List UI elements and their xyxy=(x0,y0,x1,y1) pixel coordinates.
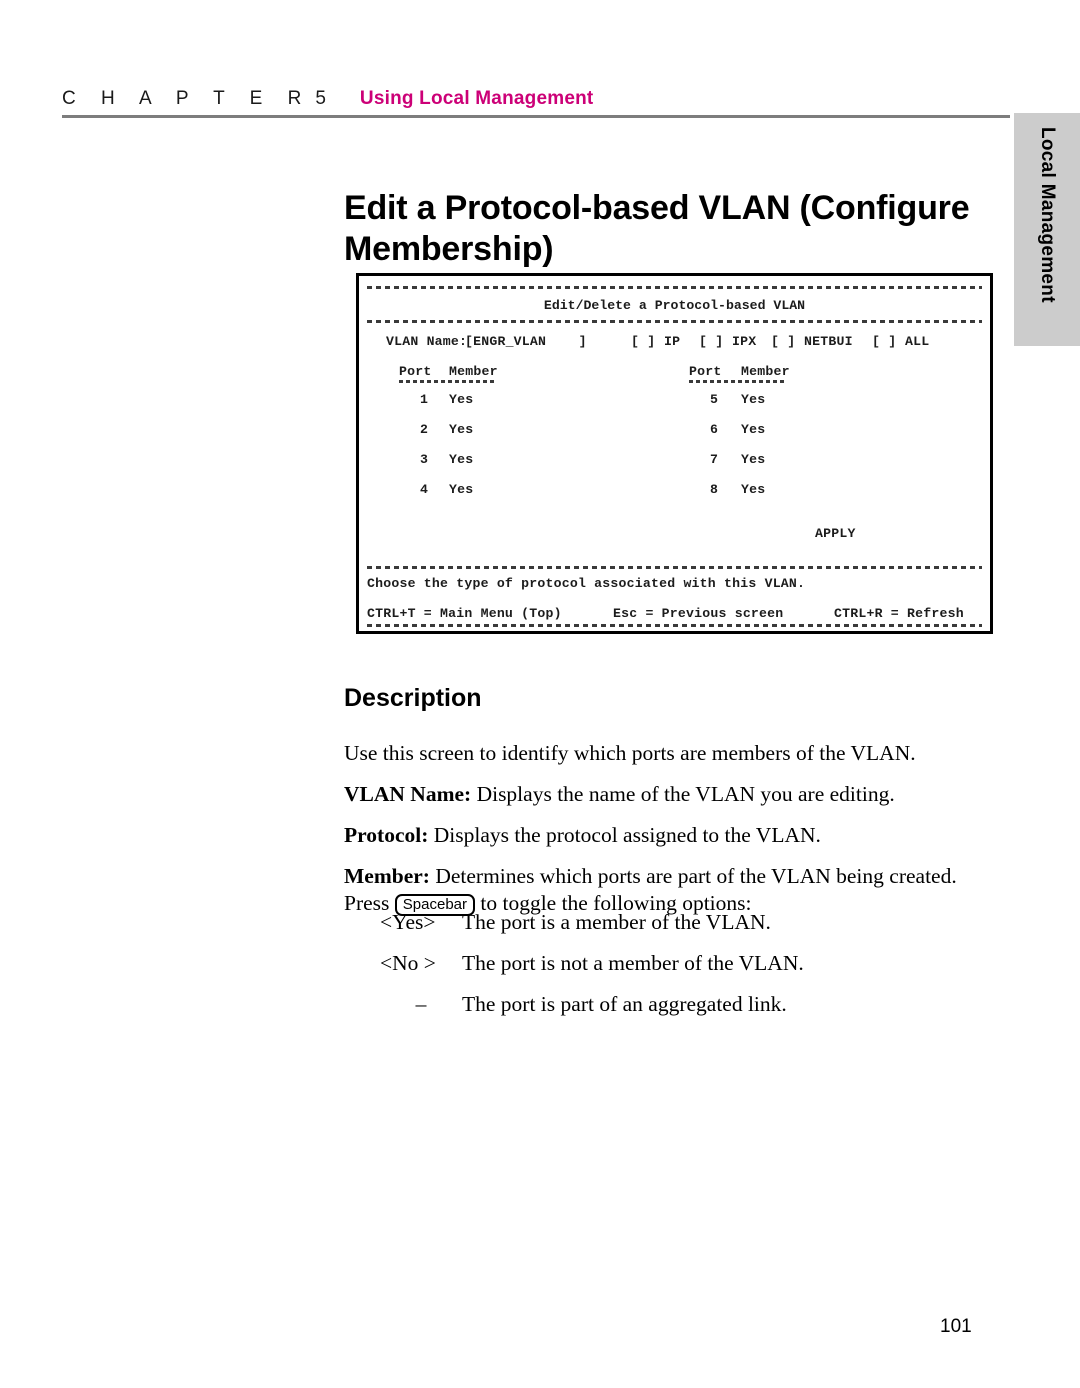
left-table-row-member[interactable]: Yes xyxy=(449,392,473,407)
left-table-row-port: 1 xyxy=(420,392,429,407)
option-row-yes: <Yes> The port is a member of the VLAN. xyxy=(380,909,1000,936)
left-table-row-member[interactable]: Yes xyxy=(449,452,473,467)
term-vlan-name-text: Displays the name of the VLAN you are ed… xyxy=(471,781,895,806)
protocol-checkbox-ipx-label: IPX xyxy=(732,334,757,349)
apply-button[interactable]: APPLY xyxy=(815,526,856,541)
right-table-member-header: Member xyxy=(741,364,790,379)
protocol-checkbox-netbui-label: NETBUI xyxy=(804,334,853,349)
protocol-checkbox-ip-box[interactable]: [ ] xyxy=(631,334,655,349)
option-text-aggregated: The port is part of an aggregated link. xyxy=(462,992,787,1016)
right-table-port-header: Port xyxy=(689,364,722,379)
term-protocol-text: Displays the protocol assigned to the VL… xyxy=(428,822,821,847)
key-hint-refresh: CTRL+R = Refresh xyxy=(834,606,964,621)
option-key-dash: – xyxy=(415,992,427,1016)
protocol-checkbox-netbui-box[interactable]: [ ] xyxy=(771,334,795,349)
description-intro-paragraph: Use this screen to identify which ports … xyxy=(344,740,916,765)
term-member-text: Determines which ports are part of the V… xyxy=(429,863,957,888)
term-vlan-name: VLAN Name: xyxy=(344,781,472,806)
description-protocol-paragraph: Protocol: Displays the protocol assigned… xyxy=(344,822,1004,849)
page-title: Edit a Protocol-based VLAN (Configure Me… xyxy=(344,188,970,268)
left-table-row-port: 2 xyxy=(420,422,429,437)
left-table-row-port: 3 xyxy=(420,452,429,467)
right-table-row-member[interactable]: Yes xyxy=(741,392,765,407)
right-table-row-port: 6 xyxy=(710,422,719,437)
key-hint-main-menu: CTRL+T = Main Menu (Top) xyxy=(367,606,562,621)
left-table-port-header: Port xyxy=(399,364,432,379)
terminal-title-rule xyxy=(367,320,982,323)
term-member: Member: xyxy=(344,863,430,888)
protocol-checkbox-all-box[interactable]: [ ] xyxy=(872,334,896,349)
left-table-row-port: 4 xyxy=(420,482,429,497)
left-table-member-header: Member xyxy=(449,364,498,379)
term-protocol: Protocol: xyxy=(344,822,429,847)
left-table-row-member[interactable]: Yes xyxy=(449,482,473,497)
terminal-top-rule xyxy=(367,286,982,289)
terminal-vlan-name-field[interactable]: [ENGR_VLAN ] xyxy=(465,334,587,349)
terminal-screenshot: Edit/Delete a Protocol-based VLAN VLAN N… xyxy=(356,273,993,634)
right-table-row-port: 8 xyxy=(710,482,719,497)
terminal-screen-title: Edit/Delete a Protocol-based VLAN xyxy=(543,298,806,313)
terminal-vlan-name-label: VLAN Name: xyxy=(386,334,468,349)
key-hint-previous-screen: Esc = Previous screen xyxy=(613,606,784,621)
right-table-header-underline xyxy=(689,380,787,383)
page-number: 101 xyxy=(940,1316,972,1337)
chapter-running-title: Using Local Management xyxy=(359,88,594,109)
right-table-row-port: 7 xyxy=(710,452,719,467)
option-text-yes: The port is a member of the VLAN. xyxy=(462,910,771,934)
option-row-aggregated: – The port is part of an aggregated link. xyxy=(380,991,1000,1018)
right-table-row-member[interactable]: Yes xyxy=(741,482,765,497)
right-table-row-port: 5 xyxy=(710,392,719,407)
option-key-no: <No > xyxy=(380,951,436,975)
protocol-checkbox-all-label: ALL xyxy=(905,334,930,349)
chapter-number: 5 xyxy=(315,88,326,109)
option-key-yes: <Yes> xyxy=(380,910,436,934)
terminal-status-line: Choose the type of protocol associated w… xyxy=(367,576,806,591)
chapter-word-letters: C H A P T E R xyxy=(62,88,312,109)
protocol-checkbox-ipx-box[interactable]: [ ] xyxy=(699,334,723,349)
left-table-row-member[interactable]: Yes xyxy=(449,422,473,437)
option-row-no: <No > The port is not a member of the VLA… xyxy=(380,950,1000,977)
header-divider-rule xyxy=(62,115,1010,118)
terminal-bottom-rule xyxy=(367,624,982,627)
terminal-status-top-rule xyxy=(367,566,982,569)
option-text-no: The port is not a member of the VLAN. xyxy=(462,951,804,975)
right-table-row-member[interactable]: Yes xyxy=(741,422,765,437)
description-heading: Description xyxy=(344,683,482,712)
right-table-row-member[interactable]: Yes xyxy=(741,452,765,467)
left-table-header-underline xyxy=(399,380,497,383)
description-vlan-name-paragraph: VLAN Name: Displays the name of the VLAN… xyxy=(344,781,1004,808)
protocol-checkbox-ip-label: IP xyxy=(664,334,681,349)
